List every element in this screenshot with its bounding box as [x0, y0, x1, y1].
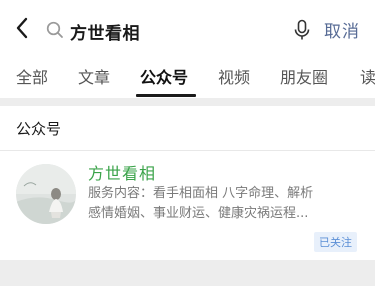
official-accounts-section: 公众号 方世看相 服务内容：看手相面相 八字命理、解析 感情婚姻、事业财运、健康…	[0, 106, 375, 260]
search-bar: 方世看相 取消	[0, 0, 375, 56]
tab-videos[interactable]: 视频	[218, 64, 250, 88]
microphone-icon[interactable]	[292, 19, 312, 41]
tab-bar: 全部 文章 公众号 视频 朋友圈 读	[0, 56, 375, 98]
search-results-page: 方世看相 取消 全部 文章 公众号 视频 朋友圈 读 公众号 方世看相 服务内容…	[0, 0, 375, 286]
description-line: 感情婚姻、事业财运、健康灾祸运程...	[88, 206, 309, 221]
divider	[0, 150, 375, 151]
tab-articles[interactable]: 文章	[78, 64, 110, 88]
tab-moments[interactable]: 朋友圈	[280, 64, 328, 88]
cancel-button[interactable]: 取消	[324, 17, 360, 42]
search-field[interactable]: 方世看相	[42, 12, 312, 46]
section-title: 公众号	[16, 120, 62, 138]
tab-official-accounts[interactable]: 公众号	[140, 64, 188, 88]
active-tab-indicator	[136, 94, 196, 97]
account-description: 服务内容：看手相面相 八字命理、解析 感情婚姻、事业财运、健康灾祸运程...	[88, 184, 360, 224]
search-input[interactable]: 方世看相	[70, 19, 140, 44]
account-name[interactable]: 方世看相	[88, 160, 156, 184]
avatar-image	[16, 164, 76, 224]
search-icon	[46, 21, 63, 38]
description-line: 服务内容：看手相面相 八字命理、解析	[88, 186, 314, 201]
back-button[interactable]	[10, 16, 34, 40]
tab-all[interactable]: 全部	[16, 64, 48, 88]
followed-badge: 已关注	[314, 232, 357, 252]
chevron-left-icon	[16, 17, 28, 39]
avatar	[16, 164, 76, 224]
tab-read[interactable]: 读	[360, 64, 375, 88]
